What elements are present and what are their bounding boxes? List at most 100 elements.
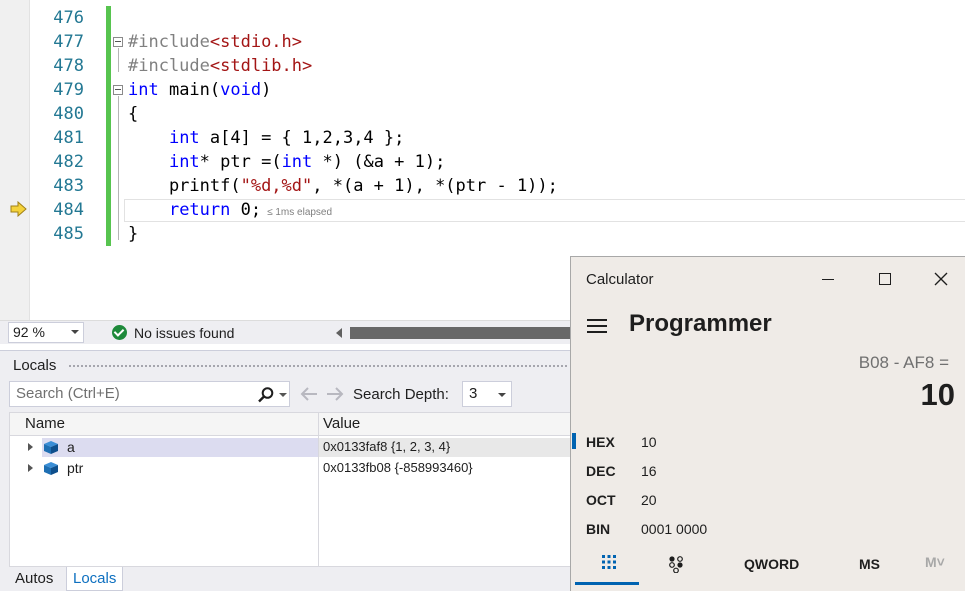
code-token: <stdlib.h> xyxy=(209,56,313,76)
code-text[interactable]: int main(void) xyxy=(128,78,271,102)
base-name: BIN xyxy=(586,521,611,537)
calculator-expression: B08 - AF8 = xyxy=(858,353,949,372)
code-token: int xyxy=(168,152,200,172)
memory-list-button[interactable]: M˅ xyxy=(925,554,945,570)
word-size-button[interactable]: QWORD xyxy=(744,556,799,572)
code-text[interactable]: int* ptr =(int *) (&a + 1); xyxy=(128,150,445,174)
tool-window-tabs: Autos Locals xyxy=(0,567,570,591)
change-tracking-bar xyxy=(106,78,111,102)
fold-guide-line xyxy=(118,48,119,72)
line-number: 483 xyxy=(53,176,84,196)
search-options-chevron-icon[interactable] xyxy=(279,393,287,397)
active-tab-underline xyxy=(575,582,639,585)
change-tracking-bar xyxy=(106,54,111,78)
issues-label: No issues found xyxy=(134,325,235,341)
line-number: 482 xyxy=(53,152,84,172)
search-depth-value: 3 xyxy=(469,385,478,402)
variable-value[interactable]: 0x0133faf8 {1, 2, 3, 4} xyxy=(323,439,450,454)
collapse-icon[interactable] xyxy=(113,85,123,95)
code-line[interactable]: 478 #include<stdlib.h> xyxy=(0,54,965,78)
hamburger-menu-icon[interactable] xyxy=(587,319,607,333)
line-number: 479 xyxy=(53,80,84,100)
base-row-oct[interactable]: OCT 20 xyxy=(571,487,965,513)
code-text[interactable]: printf("%d,%d", *(a + 1), *(ptr - 1)); xyxy=(128,174,558,198)
selected-base-marker xyxy=(572,433,576,449)
arrow-right-icon[interactable] xyxy=(325,386,345,402)
code-token: * ptr =( xyxy=(199,152,282,172)
row-selection-name xyxy=(42,438,318,457)
execution-pointer-icon[interactable] xyxy=(10,201,28,217)
code-token: int xyxy=(128,80,159,100)
code-text[interactable]: #include<stdio.h> xyxy=(128,30,302,54)
change-tracking-bar xyxy=(106,102,111,126)
base-name: DEC xyxy=(586,463,616,479)
code-token: int xyxy=(168,128,200,148)
keypad-icon[interactable] xyxy=(601,554,617,570)
code-text[interactable]: { xyxy=(128,102,138,126)
search-input[interactable]: Search (Ctrl+E) xyxy=(9,381,290,407)
change-tracking-bar xyxy=(106,222,111,246)
fold-guide-line xyxy=(118,96,119,240)
code-line[interactable]: 482 int* ptr =(int *) (&a + 1); xyxy=(0,150,965,174)
code-token: "%d,%d" xyxy=(240,176,313,196)
code-token: *) (&a + 1); xyxy=(312,152,446,172)
code-token: ) xyxy=(261,80,272,100)
code-line[interactable]: 476 xyxy=(0,6,965,30)
tab-autos[interactable]: Autos xyxy=(9,567,59,591)
line-number: 476 xyxy=(53,8,84,28)
code-line[interactable]: 477 #include<stdio.h> xyxy=(0,30,965,54)
base-row-dec[interactable]: DEC 16 xyxy=(571,458,965,484)
memory-store-button[interactable]: MS xyxy=(859,556,880,572)
line-number: 477 xyxy=(53,32,84,52)
code-line[interactable]: 479 int main(void) xyxy=(0,78,965,102)
maximize-icon[interactable] xyxy=(879,273,891,285)
table-row[interactable]: ptr 0x0133fb08 {-858993460} xyxy=(10,458,572,479)
current-line-highlight xyxy=(124,199,965,222)
arrow-left-icon[interactable] xyxy=(299,386,319,402)
base-name: OCT xyxy=(586,492,616,508)
base-value: 20 xyxy=(641,492,657,508)
code-line[interactable]: 485} xyxy=(0,222,965,246)
code-token: #include xyxy=(128,32,210,52)
code-token: <stdio.h> xyxy=(209,32,303,52)
search-depth-dropdown[interactable]: 3 xyxy=(462,381,512,407)
panel-drag-handle[interactable] xyxy=(68,364,568,369)
change-tracking-bar xyxy=(106,174,111,198)
search-icon[interactable] xyxy=(257,386,275,404)
calculator-mode-title: Programmer xyxy=(629,310,772,337)
code-token: #include xyxy=(128,56,210,76)
code-text[interactable]: } xyxy=(128,222,138,246)
zoom-dropdown[interactable]: 92 % xyxy=(8,322,84,343)
code-line[interactable]: 481 int a[4] = { 1,2,3,4 }; xyxy=(0,126,965,150)
bit-toggling-keypad-icon[interactable] xyxy=(668,555,684,573)
code-token: { xyxy=(128,104,139,124)
tab-locals[interactable]: Locals xyxy=(66,567,124,591)
scroll-left-arrow[interactable] xyxy=(336,328,342,338)
variable-name: ptr xyxy=(67,460,84,476)
expand-arrow-icon[interactable] xyxy=(28,464,33,472)
code-text[interactable]: int a[4] = { 1,2,3,4 }; xyxy=(128,126,404,150)
window-titlebar[interactable]: Calculator xyxy=(571,257,965,301)
search-placeholder: Search (Ctrl+E) xyxy=(16,385,120,402)
minimize-icon[interactable] xyxy=(822,279,834,280)
base-row-bin[interactable]: BIN 0001 0000 xyxy=(571,516,965,542)
code-token: void xyxy=(220,80,262,100)
expand-arrow-icon[interactable] xyxy=(28,443,33,451)
collapse-icon[interactable] xyxy=(113,37,123,47)
table-row[interactable]: a 0x0133faf8 {1, 2, 3, 4} xyxy=(10,437,572,458)
column-header-value[interactable]: Value xyxy=(323,415,360,432)
variable-name: a xyxy=(67,439,75,455)
code-text[interactable]: #include<stdlib.h> xyxy=(128,54,312,78)
line-number: 481 xyxy=(53,128,84,148)
variable-value[interactable]: 0x0133fb08 {-858993460} xyxy=(323,460,473,475)
code-token: int xyxy=(281,152,313,172)
chevron-down-icon xyxy=(71,330,79,334)
base-row-hex[interactable]: HEX 10 xyxy=(571,429,965,455)
calculator-toolbar: QWORD MS M˅ xyxy=(571,552,965,591)
code-line[interactable]: 480 { xyxy=(0,102,965,126)
close-icon[interactable] xyxy=(933,271,949,287)
calculator-window: Calculator Programmer B08 - AF8 = 10 HEX… xyxy=(570,256,965,591)
code-line[interactable]: 483 printf("%d,%d", *(a + 1), *(ptr - 1)… xyxy=(0,174,965,198)
column-header-name[interactable]: Name xyxy=(25,415,65,432)
